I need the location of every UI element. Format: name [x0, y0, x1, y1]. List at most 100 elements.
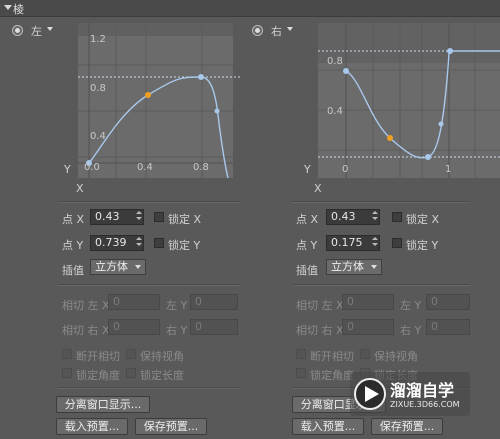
watermark-logo-icon [354, 378, 386, 410]
right-y-tick: 0.4 [327, 106, 343, 117]
panel-title: 棱 [13, 3, 24, 16]
left-separator [58, 387, 240, 389]
right-x-axis-label: X [314, 182, 322, 195]
right-keep-view-checkbox[interactable] [360, 349, 370, 359]
right-save-preset-button[interactable]: 保存预置... [371, 418, 443, 435]
right-x-tick: 1 [445, 164, 451, 175]
right-tan-right-x-field[interactable]: 0 [342, 319, 394, 335]
right-curve-point[interactable] [343, 68, 349, 74]
right-radio-icon[interactable] [252, 25, 263, 36]
left-save-preset-button[interactable]: 保存预置... [135, 418, 207, 435]
left-point-y-up-icon[interactable] [136, 237, 142, 240]
left-break-tangents-label: 断开相切 [76, 350, 120, 363]
right-curve-point[interactable] [425, 154, 431, 160]
left-lock-angle-checkbox[interactable] [62, 368, 72, 378]
right-point-x-down-icon[interactable] [372, 217, 378, 220]
left-x-tick: 0.8 [193, 162, 209, 173]
left-right-y-field[interactable]: 0 [190, 319, 238, 335]
left-detach-window-button[interactable]: 分离窗口显示... [56, 396, 150, 413]
left-load-preset-button[interactable]: 载入预置... [56, 418, 128, 435]
right-curve-point[interactable] [447, 48, 453, 54]
left-side-label: 左 [31, 25, 42, 38]
right-interp-dropdown[interactable]: 立方体 [326, 259, 382, 275]
left-right-y-label: 右 Y [166, 324, 188, 337]
left-lock-y-checkbox[interactable] [154, 238, 164, 248]
left-break-tangents-checkbox[interactable] [62, 349, 72, 359]
left-interp-chevron-down-icon [135, 265, 141, 269]
right-point-x-label: 点 X [296, 213, 319, 226]
left-tangent-handle[interactable] [214, 108, 220, 114]
left-lock-length-label: 锁定长度 [140, 369, 184, 382]
left-y-tick: 1.2 [90, 34, 106, 45]
right-lock-y-checkbox[interactable] [392, 238, 402, 248]
left-point-x-label: 点 X [62, 213, 85, 226]
left-left-y-label: 左 Y [166, 299, 188, 312]
left-interp-label: 插值 [62, 264, 84, 277]
right-curve-graph[interactable]: 0.8 0.4 0 1 Y X [300, 20, 500, 200]
panel-header[interactable]: 棱 [0, 0, 500, 17]
left-tan-right-x-field[interactable]: 0 [108, 319, 160, 335]
right-point-y-up-icon[interactable] [372, 237, 378, 240]
left-lock-length-checkbox[interactable] [126, 368, 136, 378]
right-point-y-label: 点 Y [296, 239, 318, 252]
left-y-axis-label: Y [63, 163, 71, 176]
left-lock-angle-label: 锁定角度 [76, 369, 120, 382]
right-keep-view-label: 保持视角 [374, 350, 418, 363]
left-curve-point[interactable] [198, 74, 204, 80]
left-lock-x-checkbox[interactable] [154, 212, 164, 222]
right-lock-x-checkbox[interactable] [392, 212, 402, 222]
collapse-triangle-icon[interactable] [4, 5, 12, 10]
right-selected-point[interactable] [387, 135, 393, 141]
right-break-tangents-label: 断开相切 [310, 350, 354, 363]
right-tan-left-x-field[interactable]: 0 [342, 294, 394, 310]
right-y-tick: 0.8 [327, 56, 343, 67]
left-x-tick: 0.0 [84, 162, 100, 173]
left-interp-dropdown[interactable]: 立方体 [90, 259, 146, 275]
right-interp-value: 立方体 [331, 260, 364, 273]
left-left-y-field[interactable]: 0 [190, 294, 238, 310]
watermark-title: 溜溜自学 [390, 381, 455, 400]
right-interp-chevron-down-icon [371, 265, 377, 269]
right-point-y-down-icon[interactable] [372, 243, 378, 246]
watermark: 溜溜自学 ZIXUE.3D66.COM [350, 372, 470, 416]
left-y-tick: 0.4 [90, 131, 106, 142]
right-tan-right-x-label: 相切 右 X [296, 324, 344, 337]
left-interp-value: 立方体 [95, 260, 128, 273]
left-tan-right-x-label: 相切 右 X [62, 324, 110, 337]
right-load-preset-button[interactable]: 载入预置... [292, 418, 364, 435]
right-point-x-up-icon[interactable] [372, 211, 378, 214]
left-point-x-up-icon[interactable] [136, 211, 142, 214]
right-lock-angle-label: 锁定角度 [310, 369, 354, 382]
left-keep-view-checkbox[interactable] [126, 349, 136, 359]
right-tan-left-x-label: 相切 左 X [296, 299, 344, 312]
right-tangent-handle[interactable] [438, 121, 444, 127]
right-interp-label: 插值 [296, 264, 318, 277]
right-lock-angle-checkbox[interactable] [296, 368, 306, 378]
right-right-y-field[interactable]: 0 [426, 319, 470, 335]
left-selected-point[interactable] [145, 92, 151, 98]
left-lock-y-label: 锁定 Y [168, 239, 201, 252]
right-side-label: 右 [271, 25, 282, 38]
left-curve-graph[interactable]: 1.2 0.8 0.4 0.0 0.4 0.8 Y X [60, 20, 242, 200]
left-tan-left-x-label: 相切 左 X [62, 299, 110, 312]
right-break-tangents-checkbox[interactable] [296, 349, 306, 359]
left-y-tick: 0.8 [90, 83, 106, 94]
right-right-y-label: 右 Y [400, 324, 422, 337]
right-lock-y-label: 锁定 Y [406, 239, 439, 252]
watermark-url: ZIXUE.3D66.COM [390, 400, 460, 409]
left-radio-icon[interactable] [12, 25, 23, 36]
left-lock-x-label: 锁定 X [168, 213, 202, 226]
left-point-y-down-icon[interactable] [136, 243, 142, 246]
left-x-axis-label: X [76, 182, 84, 195]
right-x-tick: 0 [342, 164, 348, 175]
left-menu-arrow-icon[interactable] [47, 27, 53, 31]
right-separator [292, 201, 470, 203]
left-tan-left-x-field[interactable]: 0 [108, 294, 160, 310]
right-y-axis-label: Y [303, 163, 311, 176]
right-menu-arrow-icon[interactable] [287, 27, 293, 31]
left-x-tick: 0.4 [137, 162, 153, 173]
left-separator [58, 201, 240, 203]
right-left-y-field[interactable]: 0 [426, 294, 470, 310]
left-point-x-down-icon[interactable] [136, 217, 142, 220]
left-keep-view-label: 保持视角 [140, 350, 184, 363]
